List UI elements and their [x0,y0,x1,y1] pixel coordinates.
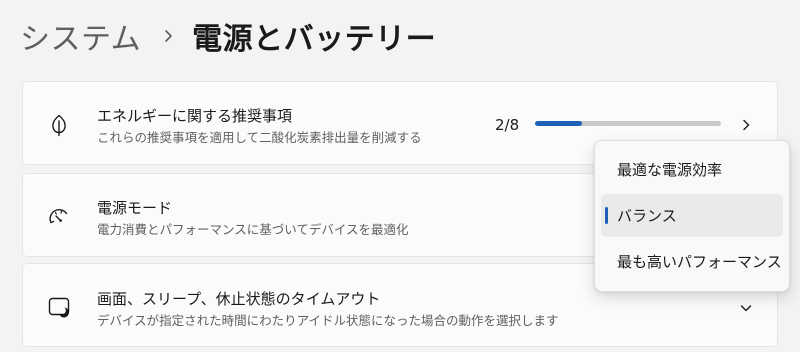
energy-recommendations-description: これらの推奨事項を適用して二酸化炭素排出量を削減する [97,130,422,145]
chevron-down-icon[interactable] [739,300,753,314]
power-mode-dropdown-menu: 最適な電源効率 バランス 最も高いパフォーマンス [594,140,790,292]
power-mode-option-label: 最も高いパフォーマンス [617,253,782,271]
chevron-right-icon [739,117,753,131]
leaf-icon [47,113,71,137]
settings-page: システム 電源とバッテリー エネルギーに関する推奨事項 これらの推奨事項を適用し… [0,0,800,352]
recommendations-progress-count: 2/8 [495,116,520,134]
recommendations-progress-bar [535,121,721,126]
screen-sleep-timeout-description: デバイスが指定された時間にわたりアイドル状態になった場合の動作を選択します [97,313,559,328]
breadcrumb: システム 電源とバッテリー [20,14,436,58]
power-mode-option-label: 最適な電源効率 [617,161,723,179]
power-mode-option-label: バランス [617,207,677,225]
breadcrumb-parent-system[interactable]: システム [20,14,141,58]
power-mode-option-best-efficiency[interactable]: 最適な電源効率 [601,148,783,191]
power-mode-description: 電力消費とパフォーマンスに基づいてデバイスを最適化 [97,222,409,237]
page-title: 電源とバッテリー [192,22,437,57]
power-mode-option-best-performance[interactable]: 最も高いパフォーマンス [601,240,783,283]
screen-sleep-icon [47,295,71,319]
recommendations-progress-fill [535,121,582,126]
selected-indicator [605,207,608,224]
speedometer-icon [47,205,71,229]
power-mode-title: 電源モード [97,199,173,217]
power-mode-option-balanced[interactable]: バランス [601,194,783,237]
energy-recommendations-title: エネルギーに関する推奨事項 [97,107,293,125]
screen-sleep-timeout-title: 画面、スリープ、休止状態のタイムアウト [97,290,381,308]
chevron-right-icon [163,29,174,43]
